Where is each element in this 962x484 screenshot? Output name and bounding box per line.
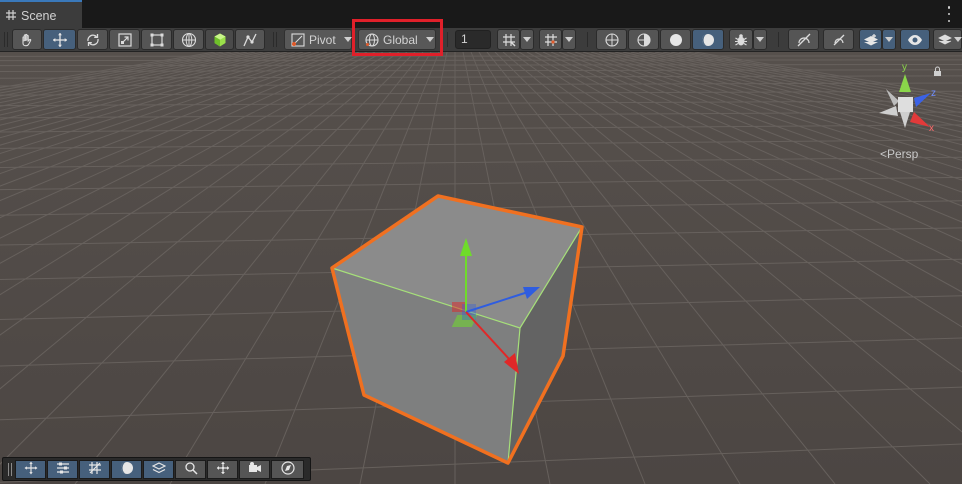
shaded-sphere-icon [120, 461, 134, 478]
solid-sphere-icon [669, 33, 683, 47]
grid-icon [88, 461, 102, 478]
overlay-camera-button[interactable] [239, 460, 270, 479]
vertex-snap-button[interactable] [539, 29, 562, 50]
shaded-wireframe-icon [636, 32, 651, 47]
layers-stack-icon [151, 461, 166, 478]
pivot-label: Pivot [309, 32, 336, 47]
effects-toggle-button[interactable] [859, 29, 882, 50]
projection-toggle[interactable]: <Persp [880, 147, 918, 161]
toolbar-separator [587, 32, 588, 47]
scene-visibility-button[interactable] [900, 29, 930, 50]
shaded-sphere-icon [701, 33, 715, 47]
component-tool-button[interactable] [235, 29, 265, 50]
scene-toolbar: Pivot Global 1 [0, 28, 962, 52]
overlay-orientation-button[interactable] [111, 460, 142, 479]
chevron-down-icon [954, 37, 962, 42]
transform-tool-button[interactable] [173, 29, 204, 50]
scale-tool-button[interactable] [109, 29, 140, 50]
effects-dropdown[interactable] [882, 29, 896, 50]
scene-canvas[interactable]: y z x [0, 52, 962, 484]
pivot-dropdown[interactable]: Pivot [284, 29, 352, 50]
toolbar-separator [778, 32, 779, 47]
overlay-search-button[interactable] [175, 460, 206, 479]
camera-icon [248, 461, 262, 478]
overlay-navigation-button[interactable] [143, 460, 174, 479]
wireframe-sphere-icon [604, 32, 619, 47]
global-label: Global [383, 32, 418, 47]
gizmo-center-cube[interactable] [898, 97, 913, 112]
globe-icon [365, 32, 379, 47]
hand-icon [19, 32, 35, 48]
rect-transform-icon [149, 32, 165, 48]
vertex-snap-dropdown[interactable] [562, 29, 576, 50]
chevron-down-icon [885, 37, 893, 42]
overlay-move-button[interactable] [15, 460, 46, 479]
transform-globe-icon [181, 32, 197, 48]
rect-tool-button[interactable] [141, 29, 172, 50]
lighting-off-icon [796, 33, 812, 47]
rotate-tool-button[interactable] [77, 29, 108, 50]
sliders-icon [56, 461, 70, 478]
pivot-icon [291, 32, 305, 47]
custom-tool-button[interactable] [205, 29, 234, 50]
gizmo-label-z: z [931, 88, 936, 99]
shaded-mode-button[interactable] [692, 29, 724, 50]
chevron-down-icon [343, 37, 352, 42]
layers-stack-icon [863, 33, 879, 47]
toolbar-grip-2 [7, 32, 8, 47]
toolbar-separator [273, 32, 274, 47]
toolbar-separator [447, 32, 448, 47]
component-tools-icon [242, 32, 258, 48]
eye-icon [907, 34, 923, 46]
gizmo-label-y: y [902, 62, 907, 73]
scene-viewport[interactable]: y z x <Persp [0, 52, 962, 484]
grid-snap-dropdown[interactable] [520, 29, 534, 50]
grid-snap-button[interactable] [497, 29, 520, 50]
scale-icon [117, 32, 133, 48]
tab-scene[interactable]: Scene [0, 0, 82, 29]
hash-icon [6, 9, 16, 23]
audio-toggle-button[interactable] [823, 29, 854, 50]
gizmo-label-x: x [929, 123, 934, 134]
chevron-down-icon [756, 37, 764, 42]
tab-bar: Scene [0, 0, 962, 29]
overlay-toolbar [2, 457, 311, 481]
debug-draw-button[interactable] [729, 29, 753, 50]
unlit-mode-button[interactable] [660, 29, 691, 50]
wireframe-mode-button[interactable] [596, 29, 627, 50]
overlay-grip[interactable] [8, 463, 12, 476]
chevron-down-icon [565, 37, 573, 42]
more-options-icon[interactable] [944, 6, 954, 22]
overlay-layers-button[interactable] [47, 460, 78, 479]
grid-snap-icon [502, 33, 516, 47]
chevron-down-icon [523, 37, 531, 42]
move-arrows-icon [52, 32, 68, 48]
bug-icon [734, 33, 748, 47]
compass-icon [280, 461, 295, 478]
audio-off-icon [831, 33, 847, 47]
shaded-wireframe-button[interactable] [628, 29, 659, 50]
view-tool-button[interactable] [12, 29, 42, 50]
move-arrows-icon [24, 461, 38, 478]
layers-icon [938, 34, 952, 46]
gizmos-dropdown[interactable] [933, 29, 962, 50]
chevron-down-icon [425, 37, 434, 42]
increment-snap-field[interactable]: 1 [455, 30, 491, 49]
overlay-snapping-button[interactable] [207, 460, 238, 479]
overlay-grid-button[interactable] [79, 460, 110, 479]
global-dropdown[interactable]: Global [358, 29, 436, 50]
search-icon [184, 461, 198, 478]
rotate-icon [85, 32, 101, 48]
toggle-2d-button[interactable] [788, 29, 819, 50]
snap-arrows-icon [216, 461, 230, 478]
snap-increment-icon [544, 33, 558, 47]
move-tool-button[interactable] [43, 29, 76, 50]
tab-label: Scene [21, 8, 57, 23]
overlay-compass-button[interactable] [271, 460, 304, 479]
debug-draw-dropdown[interactable] [753, 29, 767, 50]
toolbar-separator [276, 32, 277, 47]
toolbar-grip [4, 32, 5, 47]
cube-icon [212, 32, 228, 48]
